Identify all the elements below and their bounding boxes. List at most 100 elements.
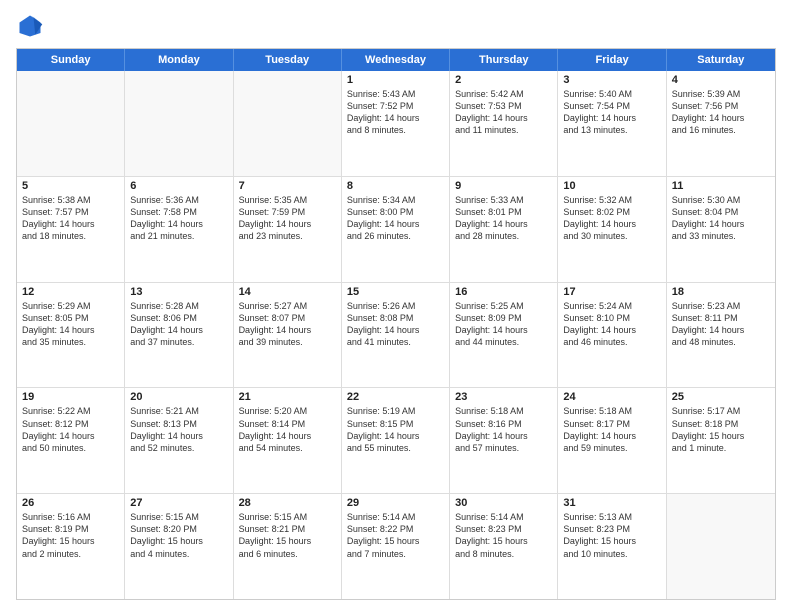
- header-day-friday: Friday: [558, 49, 666, 71]
- day-number: 1: [347, 74, 444, 86]
- calendar-day-16: 16 Sunrise: 5:25 AM Sunset: 8:09 PM Dayli…: [450, 283, 558, 388]
- calendar-day-5: 5 Sunrise: 5:38 AM Sunset: 7:57 PM Daylig…: [17, 177, 125, 282]
- day-number: 17: [563, 286, 660, 298]
- calendar-day-17: 17 Sunrise: 5:24 AM Sunset: 8:10 PM Dayli…: [558, 283, 666, 388]
- day-info: Sunrise: 5:19 AM Sunset: 8:15 PM Dayligh…: [347, 405, 444, 454]
- day-info: Sunrise: 5:20 AM Sunset: 8:14 PM Dayligh…: [239, 405, 336, 454]
- day-number: 8: [347, 180, 444, 192]
- day-number: 18: [672, 286, 770, 298]
- day-number: 24: [563, 391, 660, 403]
- day-number: 12: [22, 286, 119, 298]
- day-info: Sunrise: 5:26 AM Sunset: 8:08 PM Dayligh…: [347, 300, 444, 349]
- day-number: 7: [239, 180, 336, 192]
- calendar-day-7: 7 Sunrise: 5:35 AM Sunset: 7:59 PM Daylig…: [234, 177, 342, 282]
- day-number: 22: [347, 391, 444, 403]
- header-day-tuesday: Tuesday: [234, 49, 342, 71]
- day-number: 10: [563, 180, 660, 192]
- day-info: Sunrise: 5:32 AM Sunset: 8:02 PM Dayligh…: [563, 194, 660, 243]
- day-info: Sunrise: 5:24 AM Sunset: 8:10 PM Dayligh…: [563, 300, 660, 349]
- header-day-sunday: Sunday: [17, 49, 125, 71]
- day-number: 30: [455, 497, 552, 509]
- day-info: Sunrise: 5:23 AM Sunset: 8:11 PM Dayligh…: [672, 300, 770, 349]
- header-day-wednesday: Wednesday: [342, 49, 450, 71]
- day-info: Sunrise: 5:16 AM Sunset: 8:19 PM Dayligh…: [22, 511, 119, 560]
- calendar-day-21: 21 Sunrise: 5:20 AM Sunset: 8:14 PM Dayli…: [234, 388, 342, 493]
- calendar-day-29: 29Sunrise: 5:14 AM Sunset: 8:22 PM Dayli…: [342, 494, 450, 599]
- calendar-day-6: 6Sunrise: 5:36 AM Sunset: 7:58 PM Daylig…: [125, 177, 233, 282]
- calendar: SundayMondayTuesdayWednesdayThursdayFrid…: [16, 48, 776, 600]
- calendar-day-2: 2Sunrise: 5:42 AM Sunset: 7:53 PM Daylig…: [450, 71, 558, 176]
- day-info: Sunrise: 5:18 AM Sunset: 8:17 PM Dayligh…: [563, 405, 660, 454]
- header-day-saturday: Saturday: [667, 49, 775, 71]
- day-number: 28: [239, 497, 336, 509]
- day-number: 9: [455, 180, 552, 192]
- day-info: Sunrise: 5:21 AM Sunset: 8:13 PM Dayligh…: [130, 405, 227, 454]
- day-info: Sunrise: 5:39 AM Sunset: 7:56 PM Dayligh…: [672, 88, 770, 137]
- day-number: 16: [455, 286, 552, 298]
- calendar-cell-empty: [125, 71, 233, 176]
- day-number: 29: [347, 497, 444, 509]
- calendar-day-13: 13Sunrise: 5:28 AM Sunset: 8:06 PM Dayli…: [125, 283, 233, 388]
- day-info: Sunrise: 5:40 AM Sunset: 7:54 PM Dayligh…: [563, 88, 660, 137]
- day-info: Sunrise: 5:15 AM Sunset: 8:20 PM Dayligh…: [130, 511, 227, 560]
- calendar-day-28: 28Sunrise: 5:15 AM Sunset: 8:21 PM Dayli…: [234, 494, 342, 599]
- day-number: 11: [672, 180, 770, 192]
- day-number: 31: [563, 497, 660, 509]
- calendar-day-8: 8Sunrise: 5:34 AM Sunset: 8:00 PM Daylig…: [342, 177, 450, 282]
- day-number: 14: [239, 286, 336, 298]
- header: [16, 12, 776, 40]
- calendar-cell-empty: [667, 494, 775, 599]
- day-number: 15: [347, 286, 444, 298]
- day-number: 4: [672, 74, 770, 86]
- day-number: 21: [239, 391, 336, 403]
- calendar-day-3: 3 Sunrise: 5:40 AM Sunset: 7:54 PM Daylig…: [558, 71, 666, 176]
- calendar-day-19: 19Sunrise: 5:22 AM Sunset: 8:12 PM Dayli…: [17, 388, 125, 493]
- calendar-day-20: 20 Sunrise: 5:21 AM Sunset: 8:13 PM Dayli…: [125, 388, 233, 493]
- calendar-day-25: 25Sunrise: 5:17 AM Sunset: 8:18 PM Dayli…: [667, 388, 775, 493]
- day-number: 3: [563, 74, 660, 86]
- day-info: Sunrise: 5:30 AM Sunset: 8:04 PM Dayligh…: [672, 194, 770, 243]
- calendar-day-18: 18 Sunrise: 5:23 AM Sunset: 8:11 PM Dayli…: [667, 283, 775, 388]
- calendar-row-4: 19Sunrise: 5:22 AM Sunset: 8:12 PM Dayli…: [17, 387, 775, 493]
- calendar-day-30: 30 Sunrise: 5:14 AM Sunset: 8:23 PM Dayli…: [450, 494, 558, 599]
- day-number: 2: [455, 74, 552, 86]
- day-number: 20: [130, 391, 227, 403]
- header-day-thursday: Thursday: [450, 49, 558, 71]
- day-info: Sunrise: 5:33 AM Sunset: 8:01 PM Dayligh…: [455, 194, 552, 243]
- day-number: 6: [130, 180, 227, 192]
- calendar-day-10: 10 Sunrise: 5:32 AM Sunset: 8:02 PM Dayli…: [558, 177, 666, 282]
- calendar-day-23: 23Sunrise: 5:18 AM Sunset: 8:16 PM Dayli…: [450, 388, 558, 493]
- calendar-day-27: 27 Sunrise: 5:15 AM Sunset: 8:20 PM Dayli…: [125, 494, 233, 599]
- calendar-day-22: 22 Sunrise: 5:19 AM Sunset: 8:15 PM Dayli…: [342, 388, 450, 493]
- calendar-day-12: 12 Sunrise: 5:29 AM Sunset: 8:05 PM Dayli…: [17, 283, 125, 388]
- calendar-day-26: 26 Sunrise: 5:16 AM Sunset: 8:19 PM Dayli…: [17, 494, 125, 599]
- day-info: Sunrise: 5:43 AM Sunset: 7:52 PM Dayligh…: [347, 88, 444, 137]
- day-info: Sunrise: 5:14 AM Sunset: 8:23 PM Dayligh…: [455, 511, 552, 560]
- calendar-day-31: 31 Sunrise: 5:13 AM Sunset: 8:23 PM Dayli…: [558, 494, 666, 599]
- calendar-row-2: 5 Sunrise: 5:38 AM Sunset: 7:57 PM Daylig…: [17, 176, 775, 282]
- day-info: Sunrise: 5:25 AM Sunset: 8:09 PM Dayligh…: [455, 300, 552, 349]
- day-number: 5: [22, 180, 119, 192]
- day-info: Sunrise: 5:18 AM Sunset: 8:16 PM Dayligh…: [455, 405, 552, 454]
- day-number: 13: [130, 286, 227, 298]
- calendar-cell-empty: [234, 71, 342, 176]
- day-number: 27: [130, 497, 227, 509]
- day-number: 25: [672, 391, 770, 403]
- logo: [16, 12, 48, 40]
- calendar-row-1: 1 Sunrise: 5:43 AM Sunset: 7:52 PM Daylig…: [17, 71, 775, 176]
- day-info: Sunrise: 5:29 AM Sunset: 8:05 PM Dayligh…: [22, 300, 119, 349]
- day-info: Sunrise: 5:38 AM Sunset: 7:57 PM Dayligh…: [22, 194, 119, 243]
- header-day-monday: Monday: [125, 49, 233, 71]
- day-number: 26: [22, 497, 119, 509]
- calendar-day-15: 15 Sunrise: 5:26 AM Sunset: 8:08 PM Dayli…: [342, 283, 450, 388]
- day-info: Sunrise: 5:13 AM Sunset: 8:23 PM Dayligh…: [563, 511, 660, 560]
- calendar-cell-empty: [17, 71, 125, 176]
- calendar-row-3: 12 Sunrise: 5:29 AM Sunset: 8:05 PM Dayli…: [17, 282, 775, 388]
- calendar-row-5: 26 Sunrise: 5:16 AM Sunset: 8:19 PM Dayli…: [17, 493, 775, 599]
- calendar-day-24: 24 Sunrise: 5:18 AM Sunset: 8:17 PM Dayli…: [558, 388, 666, 493]
- day-info: Sunrise: 5:35 AM Sunset: 7:59 PM Dayligh…: [239, 194, 336, 243]
- logo-icon: [16, 12, 44, 40]
- calendar-day-11: 11 Sunrise: 5:30 AM Sunset: 8:04 PM Dayli…: [667, 177, 775, 282]
- calendar-day-4: 4 Sunrise: 5:39 AM Sunset: 7:56 PM Daylig…: [667, 71, 775, 176]
- page: SundayMondayTuesdayWednesdayThursdayFrid…: [0, 0, 792, 612]
